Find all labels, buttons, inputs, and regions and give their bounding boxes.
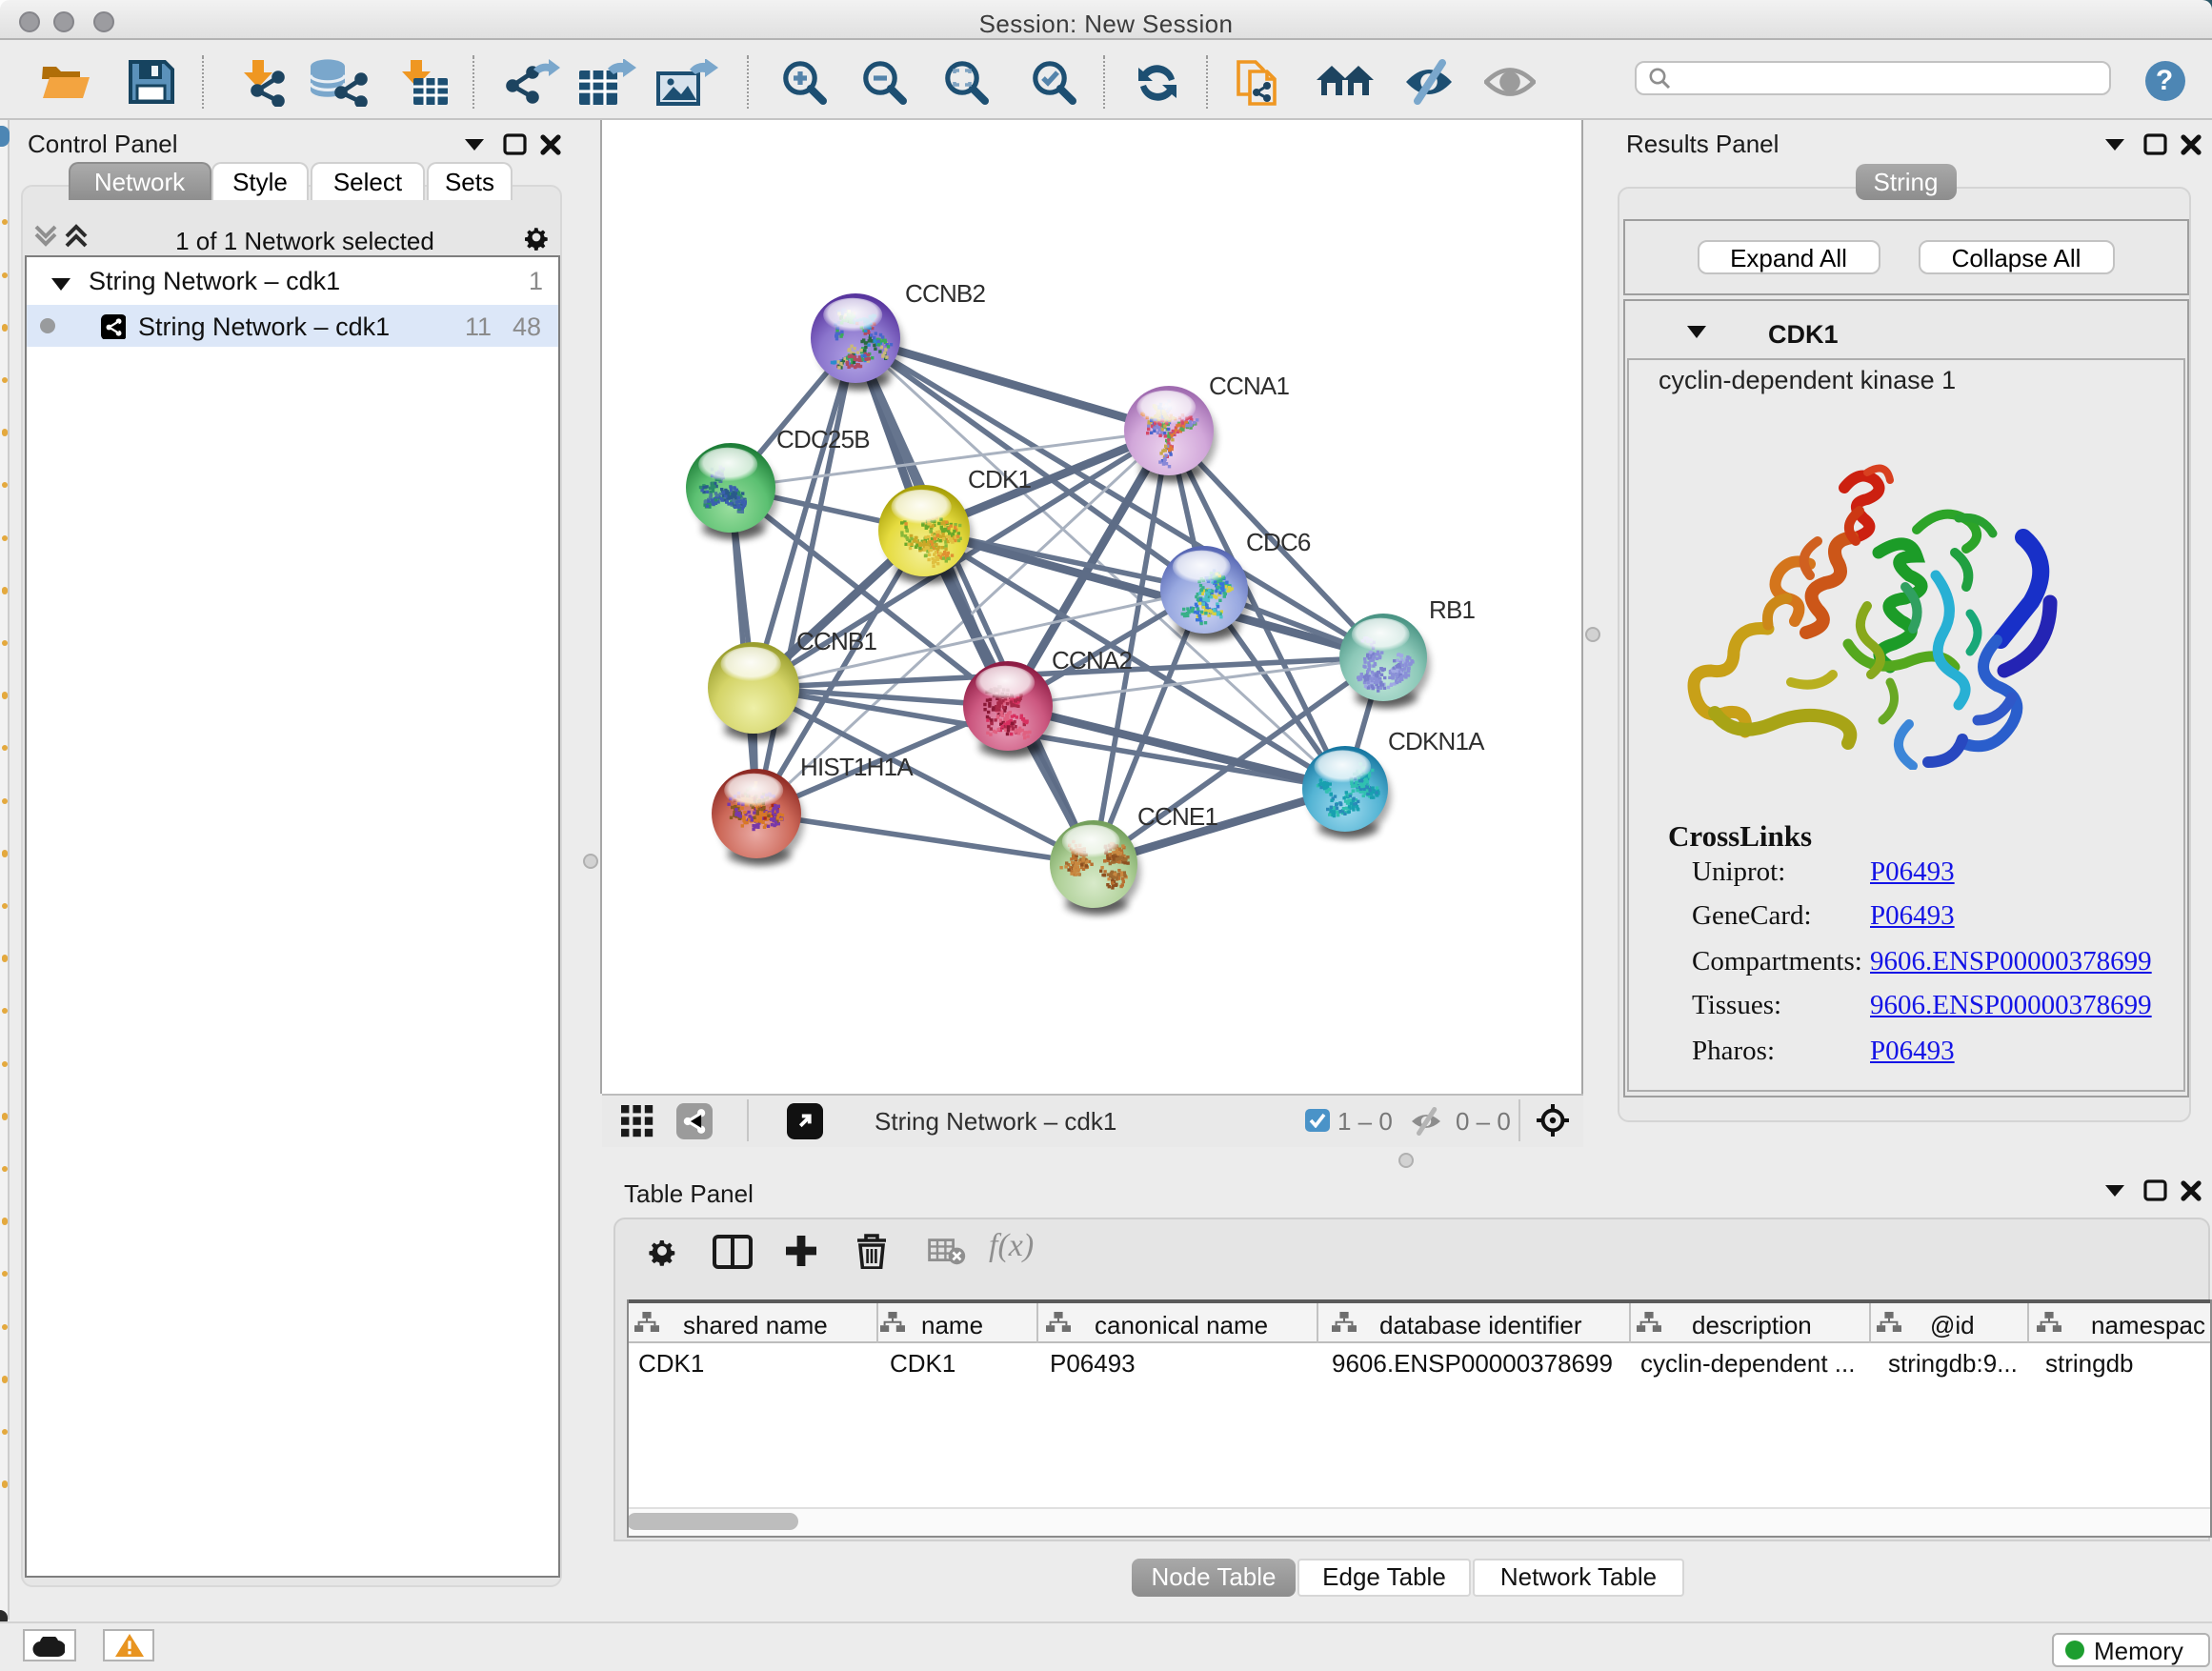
- svg-text:CCNE1: CCNE1: [1137, 801, 1217, 830]
- svg-text:CCNB2: CCNB2: [905, 278, 985, 307]
- svg-text:CDC25B: CDC25B: [776, 424, 870, 453]
- svg-text:CDKN1A: CDKN1A: [1388, 726, 1485, 755]
- svg-text:CDC6: CDC6: [1246, 527, 1311, 555]
- svg-text:CCNB1: CCNB1: [796, 626, 876, 654]
- svg-text:CCNA1: CCNA1: [1209, 371, 1289, 399]
- svg-text:CDK1: CDK1: [968, 464, 1031, 493]
- svg-text:CCNA2: CCNA2: [1052, 645, 1132, 674]
- svg-text:HIST1H1A: HIST1H1A: [800, 752, 914, 780]
- svg-text:RB1: RB1: [1429, 594, 1476, 623]
